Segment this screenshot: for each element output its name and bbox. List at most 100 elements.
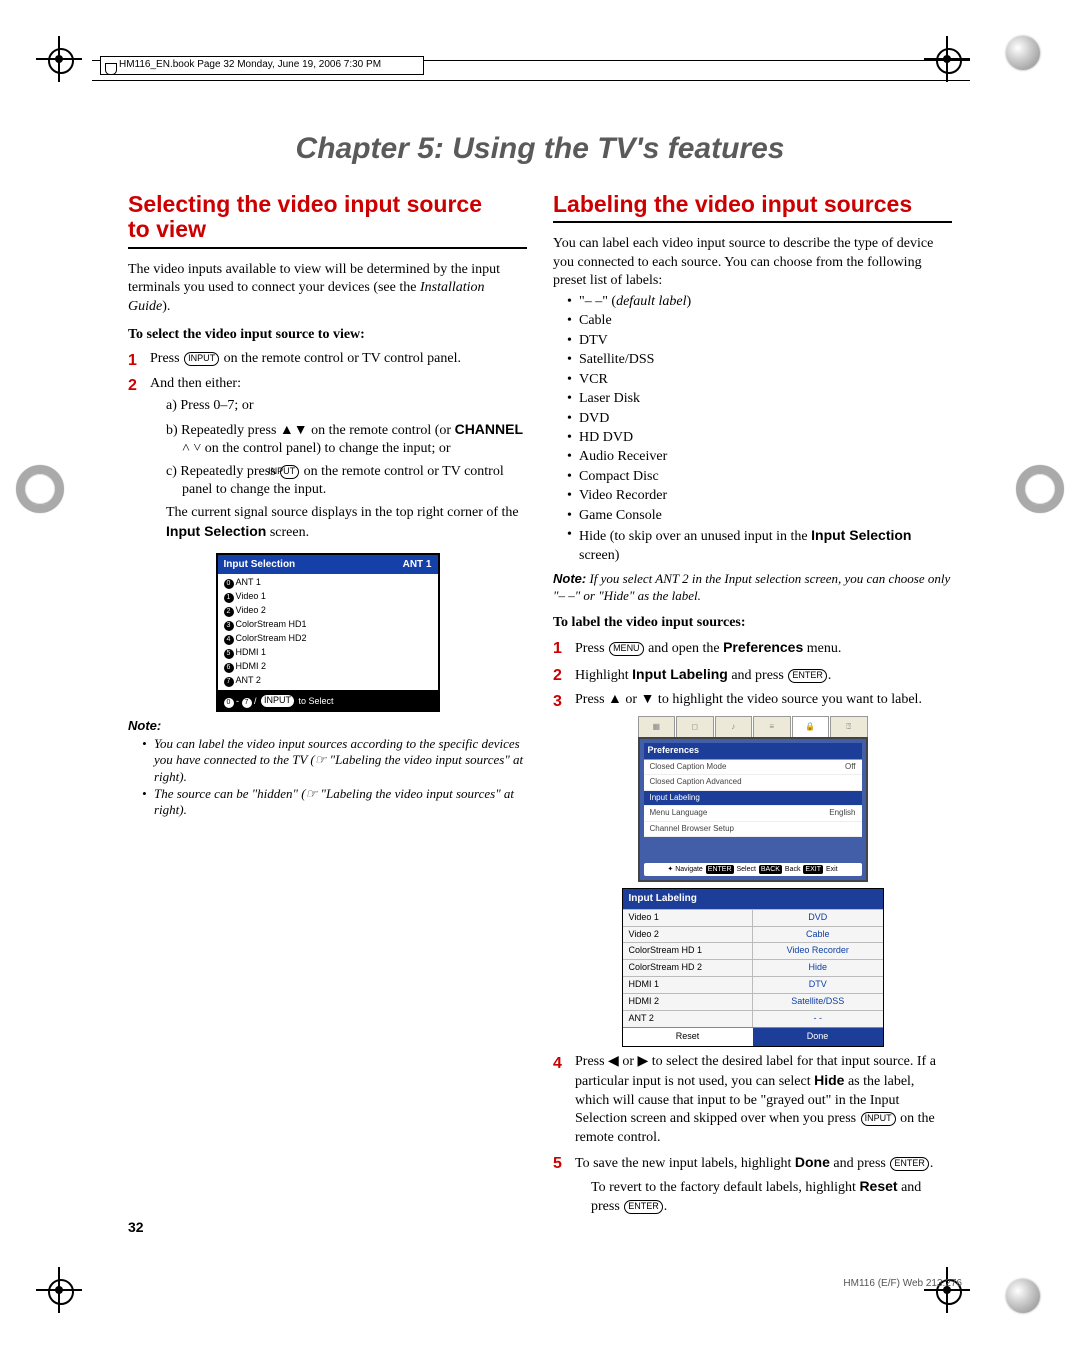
step-number: 1: [128, 350, 137, 371]
crop-mark-icon: [36, 36, 82, 82]
list-item: DVD: [567, 410, 952, 428]
osd-title: Input Selection: [224, 558, 296, 571]
binder-ring-icon: [1016, 465, 1064, 513]
text: and open the: [645, 641, 724, 656]
crop-mark-icon: [36, 1267, 82, 1313]
text: Menu Language: [650, 808, 708, 819]
osd-row: 4ColorStream HD2: [224, 632, 432, 646]
osd-row: 6HDMI 2: [224, 660, 432, 674]
text: ColorStream HD 1: [623, 942, 753, 959]
table-row: ColorStream HD 2Hide: [623, 959, 883, 976]
print-sphere-icon: [1006, 1279, 1040, 1313]
input-labeling-figure: Input Labeling Video 1DVD Video 2Cable C…: [622, 888, 884, 1046]
text: - -: [752, 1010, 883, 1027]
text: c) Repeatedly press: [166, 464, 279, 479]
text: Back: [785, 866, 801, 873]
text: Video 2: [623, 926, 753, 943]
text: DVD: [752, 909, 883, 926]
table-row: ColorStream HD 1Video Recorder: [623, 942, 883, 959]
text: To save the new input labels, highlight: [575, 1156, 795, 1171]
menu-tab-icon: ♪: [715, 716, 753, 737]
section-heading: Selecting the video input source to view: [128, 192, 527, 243]
text: Cable: [752, 926, 883, 943]
num-icon: 0: [224, 698, 234, 708]
step-number: 2: [128, 375, 137, 396]
osd-corner: ANT 1: [403, 558, 432, 571]
num-icon: 7: [242, 698, 252, 708]
print-sphere-icon: [1006, 36, 1040, 70]
input-keycap-icon: INPUT: [184, 352, 219, 366]
list-item: Audio Receiver: [567, 448, 952, 466]
menu-tab-icon: ◻: [676, 716, 714, 737]
note-heading: Note:: [128, 718, 161, 733]
text: Press: [150, 351, 183, 366]
menu-tab-icon: 🔒: [792, 716, 830, 737]
text: screen.: [266, 525, 309, 540]
input-keycap-icon: INPUT: [260, 694, 295, 708]
text: Hide (to skip over an unused input in th…: [579, 529, 811, 544]
text: Input Labeling: [650, 793, 700, 804]
text: ANT 2: [623, 1010, 753, 1027]
heading-line: Selecting the video input source: [128, 191, 482, 217]
text: English: [829, 808, 855, 819]
text: menu.: [803, 641, 841, 656]
part-number: HM116 (E/F) Web 213:276: [843, 1278, 962, 1289]
heading-rule: [553, 221, 952, 223]
step-number: 5: [553, 1153, 562, 1174]
text: Satellite/DSS: [752, 993, 883, 1010]
binder-ring-icon: [16, 465, 64, 513]
list-item: DTV: [567, 332, 952, 350]
note-item: The source can be "hidden" (☞ "Labeling …: [142, 786, 527, 819]
step-3: 3 Press ▲ or ▼ to highlight the video so…: [553, 691, 952, 709]
preferences-menu-figure: ▦ ◻ ♪ ≡ 🔒 ⍰ Preferences Closed Caption M…: [638, 716, 868, 883]
menu-tab-icon: ≡: [753, 716, 791, 737]
text: Video 2: [236, 605, 266, 615]
list-item: Video Recorder: [567, 487, 952, 505]
text: HDMI 1: [623, 976, 753, 993]
text: HDMI 2: [236, 661, 267, 671]
table-row: Video 1DVD: [623, 909, 883, 926]
list-item: Compact Disc: [567, 468, 952, 486]
text: .: [828, 668, 832, 683]
text: The source can be "hidden" (: [154, 786, 306, 801]
text: screen): [579, 548, 619, 563]
step-number: 3: [553, 691, 562, 712]
procedure-subhead: To select the video input source to view…: [128, 326, 527, 344]
text: ColorStream HD2: [236, 633, 307, 643]
list-item: Hide (to skip over an unused input in th…: [567, 526, 952, 565]
done-button-label: Done: [753, 1027, 883, 1046]
input-keycap-icon: INPUT: [280, 465, 299, 479]
text: Press ▲ or ▼ to highlight the video sour…: [575, 692, 922, 707]
step-1: 1 Press MENU and open the Preferences me…: [553, 638, 952, 658]
text: to Select: [296, 696, 334, 706]
menu-tab-icon: ▦: [638, 716, 676, 737]
current-signal-paragraph: The current signal source displays in th…: [128, 504, 527, 543]
text: and press: [830, 1156, 890, 1171]
list-item: "– –" (default label): [567, 293, 952, 311]
osd-row: 0ANT 1: [224, 576, 432, 590]
text: ANT 2: [236, 675, 261, 685]
heading-line: to view: [128, 216, 206, 242]
osd-row: 2Video 2: [224, 604, 432, 618]
enter-keycap-icon: ENTER: [890, 1157, 929, 1171]
substep-a: a) Press 0–7; or: [128, 397, 527, 415]
bold-text: Hide: [814, 1072, 844, 1088]
text: Hide: [752, 959, 883, 976]
text: and press: [728, 668, 788, 683]
list-item: Cable: [567, 312, 952, 330]
step-5: 5 To save the new input labels, highligh…: [553, 1153, 952, 1173]
text: The current signal source displays in th…: [166, 505, 519, 520]
osd-row: 5HDMI 1: [224, 646, 432, 660]
text: Channel Browser Setup: [650, 824, 735, 835]
osd-row: 3ColorStream HD1: [224, 618, 432, 632]
list-item: HD DVD: [567, 429, 952, 447]
menu-nav-hint: ✦ Navigate ENTER Select BACK Back EXIT E…: [644, 863, 862, 876]
keycap-icon: ENTER: [706, 865, 734, 874]
list-item: VCR: [567, 371, 952, 389]
substep-b: b) Repeatedly press ▲▼ on the remote con…: [128, 420, 527, 459]
text: Off: [845, 762, 856, 773]
table-row: ANT 2- -: [623, 1010, 883, 1027]
menu-keycap-icon: MENU: [609, 642, 644, 656]
text: Exit: [826, 866, 838, 873]
page-number: 32: [128, 1219, 144, 1235]
